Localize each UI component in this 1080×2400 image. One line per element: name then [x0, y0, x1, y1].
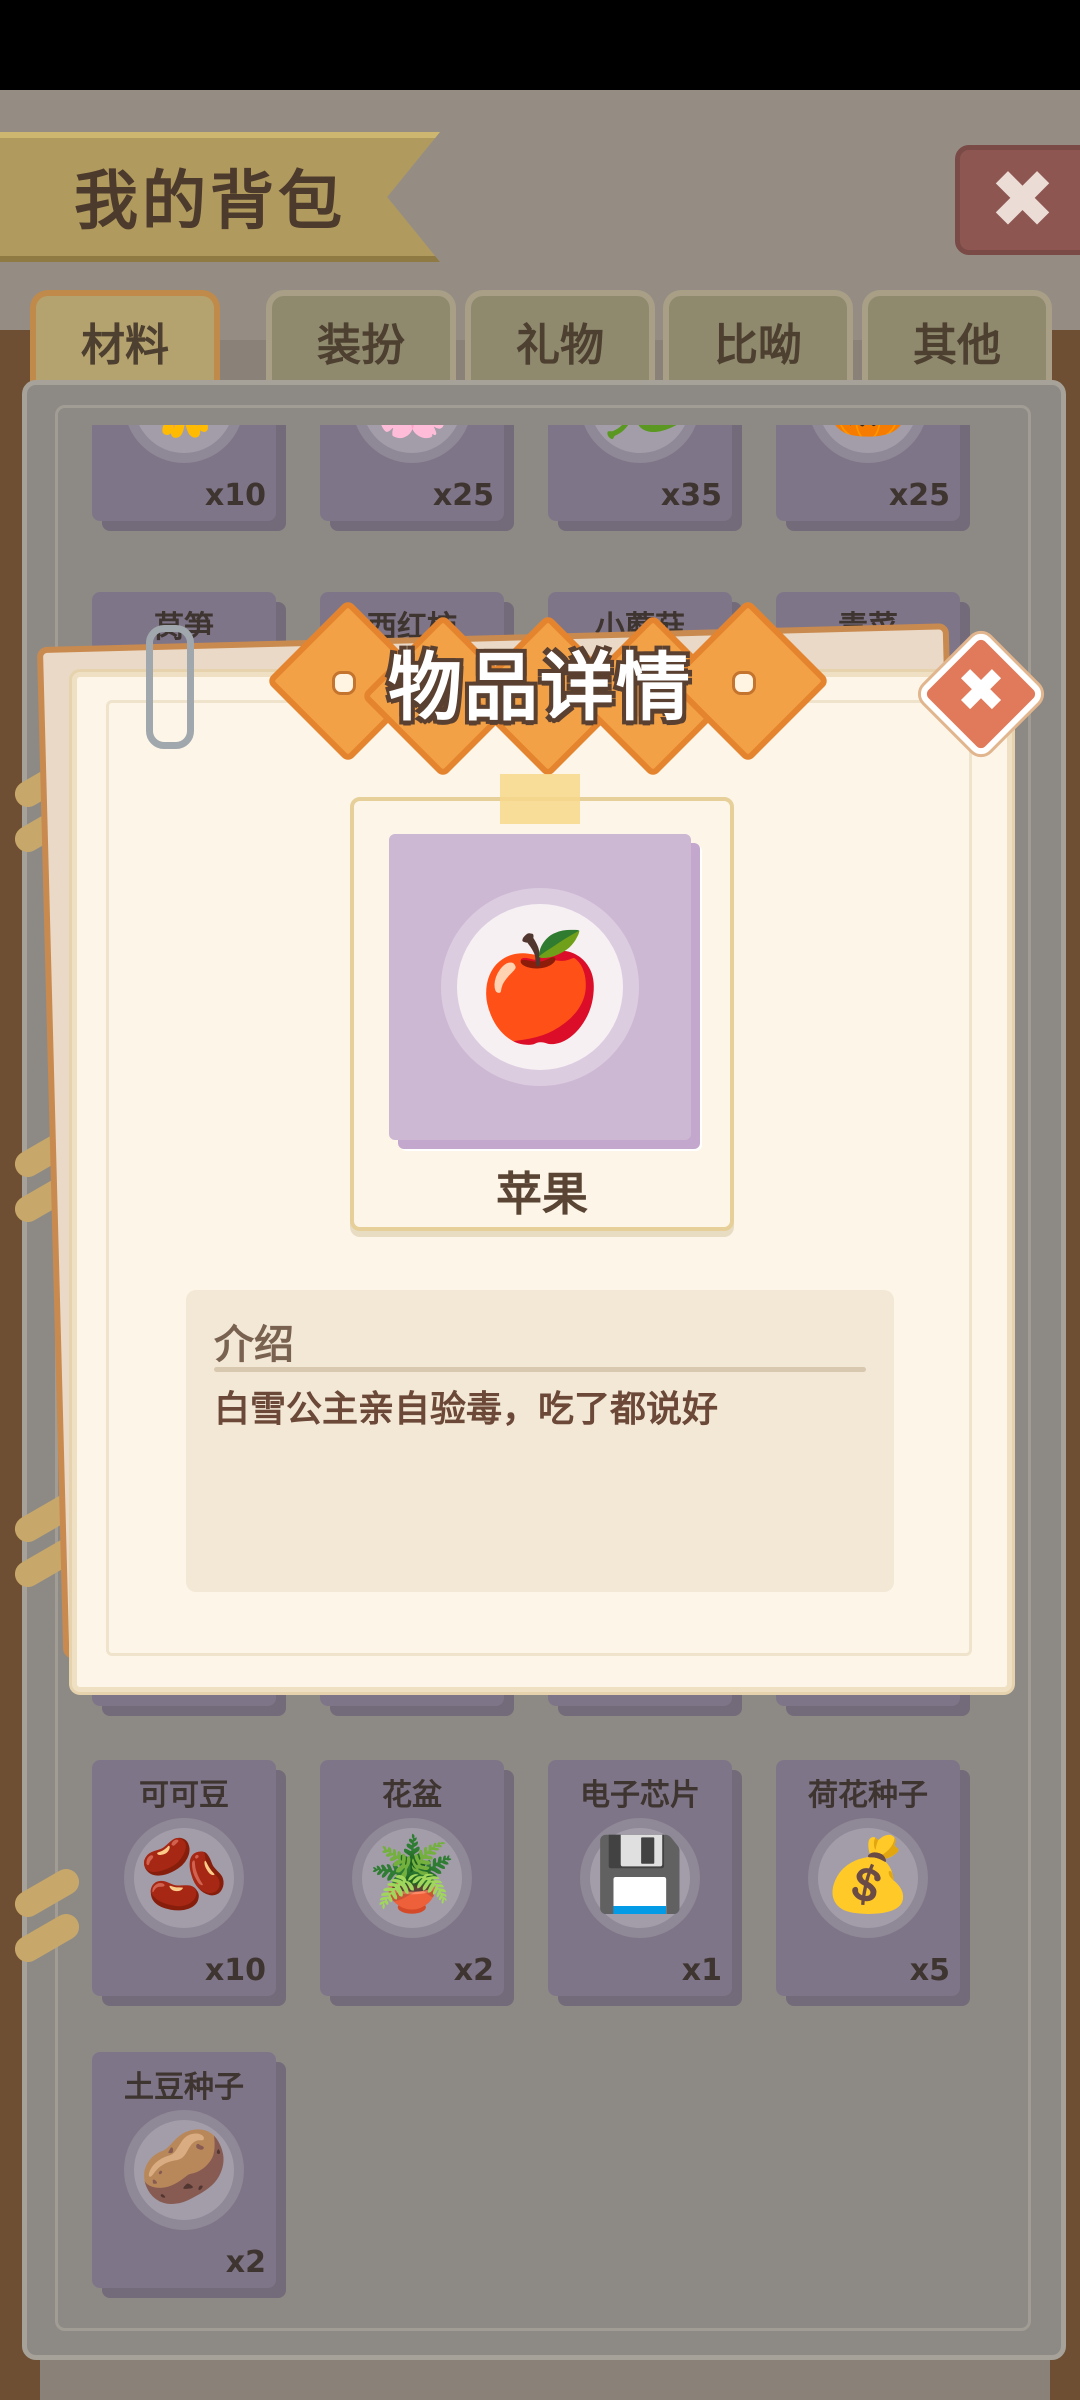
- flower-pot-icon: 🪴: [367, 1832, 457, 1916]
- item-name: 苹果: [496, 1167, 588, 1221]
- description-text: 白雪公主亲自验毒，吃了都说好: [214, 1389, 719, 1430]
- apple-icon: 🍎: [475, 926, 605, 1048]
- paperclip-icon: [146, 625, 194, 749]
- page-title: 我的背包: [74, 165, 346, 239]
- close-bag-button[interactable]: ✖: [955, 145, 1080, 255]
- description-heading: 介绍: [214, 1322, 294, 1368]
- inventory-item-chip[interactable]: 电子芯片 💾 x1: [548, 1760, 732, 1996]
- cocoa-bean-icon: 🫘: [139, 1832, 229, 1916]
- inventory-item[interactable]: 🌸 x25: [320, 425, 504, 521]
- inventory-item-lotus-seed[interactable]: 荷花种子 💰 x5: [776, 1760, 960, 1996]
- pumpkin-icon: 🎃: [818, 425, 918, 449]
- branch-icon: 🌿: [590, 425, 690, 449]
- inventory-item-potato-seed[interactable]: 土豆种子 🥔 x2: [92, 2052, 276, 2288]
- inventory-item-flower-pot[interactable]: 花盆 🪴 x2: [320, 1760, 504, 1996]
- status-bar: [0, 0, 1080, 90]
- inventory-item[interactable]: 🌼 x10: [92, 425, 276, 521]
- close-icon: ✖: [988, 153, 1057, 246]
- inventory-item[interactable]: 🌿 x35: [548, 425, 732, 521]
- close-icon[interactable]: ✖: [935, 645, 1027, 737]
- inventory-item-cocoa-bean[interactable]: 可可豆 🫘 x10: [92, 1760, 276, 1996]
- inventory-item[interactable]: 🎃 x25: [776, 425, 960, 521]
- description-divider: [214, 1367, 866, 1372]
- flower-icon: 🌼: [134, 425, 234, 449]
- seed-bag-icon: 💰: [823, 1832, 913, 1916]
- tape-decoration: [500, 774, 580, 824]
- seed-bag-icon: 🥔: [139, 2124, 229, 2208]
- modal-title: 物品详情: [388, 645, 692, 731]
- chip-icon: 💾: [595, 1832, 685, 1916]
- blossom-icon: 🌸: [362, 425, 462, 449]
